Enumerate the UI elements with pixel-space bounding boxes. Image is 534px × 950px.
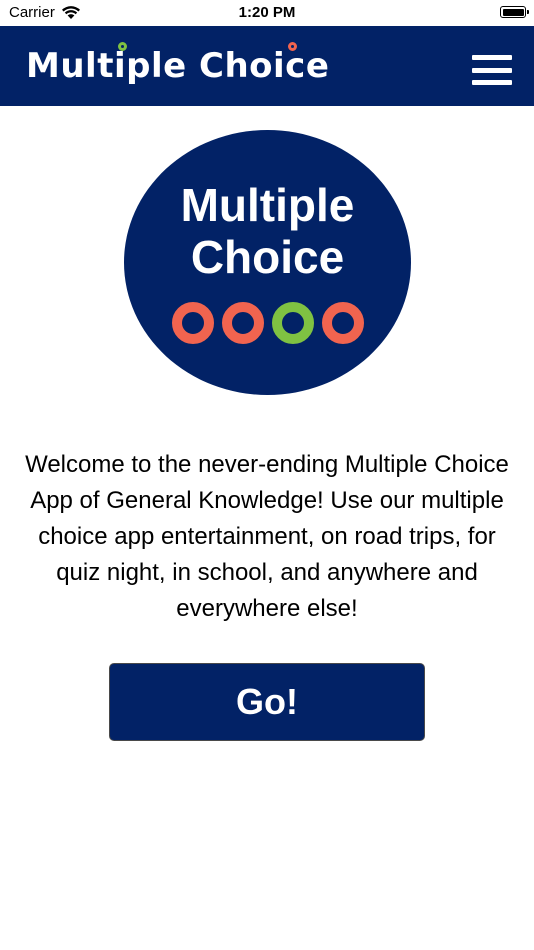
- logo-ring-icon: [321, 302, 364, 344]
- logo-ring-icon: [171, 302, 214, 344]
- logo-title-line1: Multiple: [180, 179, 355, 231]
- status-bar: Carrier 1:20 PM: [0, 0, 534, 26]
- nav-bar: Multiple Choice: [0, 26, 534, 106]
- logo-rings: [124, 302, 411, 344]
- logo-coral-dot-icon: [288, 42, 297, 51]
- hamburger-menu-icon[interactable]: [472, 55, 512, 85]
- menu-bar: [472, 67, 512, 73]
- menu-bar: [472, 55, 512, 60]
- logo-green-dot-icon: [118, 42, 127, 51]
- nav-logo-text: Multiple Choice: [26, 46, 330, 86]
- logo-ring-icon: [271, 302, 314, 344]
- app-logo: Multiple Choice: [124, 130, 411, 395]
- logo-ring-icon: [221, 302, 264, 344]
- menu-bar: [472, 80, 512, 85]
- app-screen: Carrier 1:20 PM Multiple Choice Multiple…: [0, 0, 534, 950]
- go-button[interactable]: Go!: [109, 663, 425, 741]
- welcome-text: Welcome to the never-ending Multiple Cho…: [25, 451, 509, 622]
- battery-icon: [500, 6, 529, 18]
- nav-logo: Multiple Choice: [26, 42, 330, 89]
- logo-title-line2: Choice: [190, 231, 345, 283]
- status-time: 1:20 PM: [238, 4, 296, 21]
- battery-level-fill: [502, 8, 524, 16]
